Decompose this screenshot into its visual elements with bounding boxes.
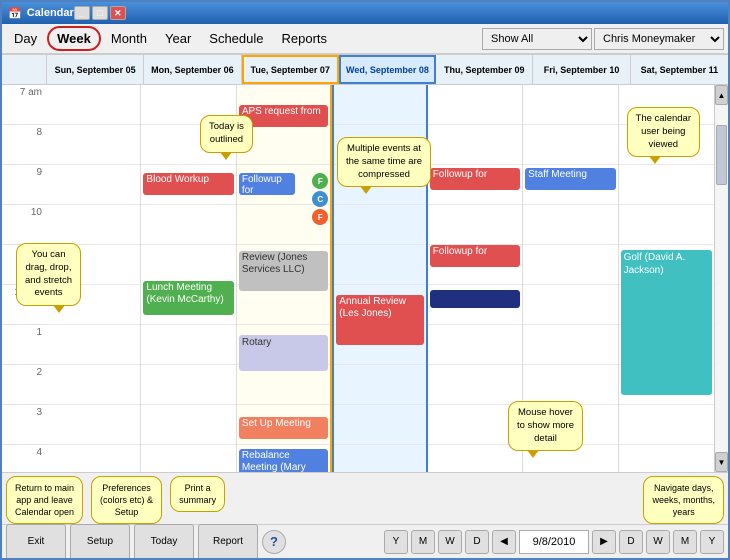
compressed-dot-c[interactable]: C [312,191,328,207]
event-followup-tue[interactable]: Followup for [239,173,295,195]
title-bar: 📅 Calendar _ □ ✕ [2,2,728,24]
nav-w2[interactable]: W [646,530,670,554]
scrollbar[interactable]: ▲ ▼ [714,85,728,472]
nav-m2[interactable]: M [673,530,697,554]
show-all-select[interactable]: Show All My Events Team Events [482,28,592,50]
day-header-wed: Wed, September 08 [339,55,436,84]
nav-prev[interactable]: ◀ [492,530,516,554]
event-followup-thu2[interactable]: Followup for [430,245,520,267]
compressed-dot-f1[interactable]: F [312,173,328,189]
user-select[interactable]: Chris Moneymaker [594,28,724,50]
day-header-fri: Fri, September 10 [533,55,630,84]
day-headers: Sun, September 05 Mon, September 06 Tue,… [2,55,728,85]
setup-button[interactable]: Setup [70,524,130,560]
minimize-button[interactable]: _ [74,6,90,20]
bubble-preferences: Preferences(colors etc) &Setup [91,476,162,524]
nav-controls: Y M W D ◀ 9/8/2010 ▶ D W M Y [384,530,724,554]
event-rebalance-meeting[interactable]: Rebalance Meeting (Mary Pozo) [239,449,328,472]
time-9: 9 [2,165,46,205]
nav-w1[interactable]: W [438,530,462,554]
time-10: 10 [2,205,46,245]
time-1: 1 [2,325,46,365]
menu-bar: Day Week Month Year Schedule Reports Sho… [2,24,728,54]
time-7am: 7 am [2,85,46,125]
event-review-jones[interactable]: Review (Jones Services LLC) [239,251,328,291]
day-header-sun: Sun, September 05 [47,55,144,84]
menu-week[interactable]: Week [47,26,101,51]
help-button[interactable]: ? [262,530,286,554]
scroll-down[interactable]: ▼ [715,452,728,472]
bubble-navigate: Navigate days,weeks, months,years [643,476,724,524]
event-blood-workup[interactable]: Blood Workup [143,173,233,195]
bubble-today-outlined: Today isoutlined [200,115,253,153]
compressed-dot-f2[interactable]: F [312,209,328,225]
menu-schedule[interactable]: Schedule [201,28,271,49]
maximize-button[interactable]: □ [92,6,108,20]
menu-day[interactable]: Day [6,28,45,49]
event-thu-navy[interactable] [430,290,520,308]
event-golf[interactable]: Golf (David A.Jackson) [621,250,712,395]
nav-y1[interactable]: Y [384,530,408,554]
nav-d2[interactable]: D [619,530,643,554]
time-2: 2 [2,365,46,405]
report-button[interactable]: Report [198,524,258,560]
event-annual-review[interactable]: Annual Review(Les Jones) [336,295,423,345]
nav-m1[interactable]: M [411,530,435,554]
menu-month[interactable]: Month [103,28,155,49]
today-button[interactable]: Today [134,524,194,560]
bubble-compressed: Multiple events atthe same time arecompr… [337,137,431,187]
event-followup-thu1[interactable]: Followup for [430,168,520,190]
bubble-return-main: Return to mainapp and leaveCalendar open [6,476,83,524]
date-display: 9/8/2010 [519,530,589,554]
scroll-thumb[interactable] [716,125,727,185]
event-setup-meeting[interactable]: Set Up Meeting [239,417,328,439]
event-rotary[interactable]: Rotary [239,335,328,371]
menu-reports[interactable]: Reports [274,28,336,49]
nav-d1[interactable]: D [465,530,489,554]
event-staff-meeting[interactable]: Staff Meeting [525,168,615,190]
bubble-drag-drop: You candrag, drop,and stretchevents [16,243,81,306]
day-header-mon: Mon, September 06 [144,55,241,84]
time-3: 3 [2,405,46,445]
bubble-calendar-user: The calendaruser beingviewed [627,107,700,157]
day-header-thu: Thu, September 09 [436,55,533,84]
menu-year[interactable]: Year [157,28,199,49]
bubble-mouse-hover: Mouse hoverto show moredetail [508,401,583,451]
nav-next[interactable]: ▶ [592,530,616,554]
exit-button[interactable]: Exit [6,524,66,560]
time-4: 4 [2,445,46,472]
day-header-sat: Sat, September 11 [631,55,728,84]
status-bar: Exit Setup Today Report ? Y M W D ◀ 9/8/… [2,524,728,558]
scroll-up[interactable]: ▲ [715,85,728,105]
calendar-icon: 📅 [8,7,22,20]
bubble-print: Print asummary [170,476,225,512]
time-8: 8 [2,125,46,165]
close-button[interactable]: ✕ [110,6,126,20]
title-text: Calendar [27,7,74,19]
event-lunch-meeting[interactable]: Lunch Meeting(Kevin McCarthy) [143,281,233,315]
day-header-tue: Tue, September 07 [242,55,339,84]
nav-y2[interactable]: Y [700,530,724,554]
